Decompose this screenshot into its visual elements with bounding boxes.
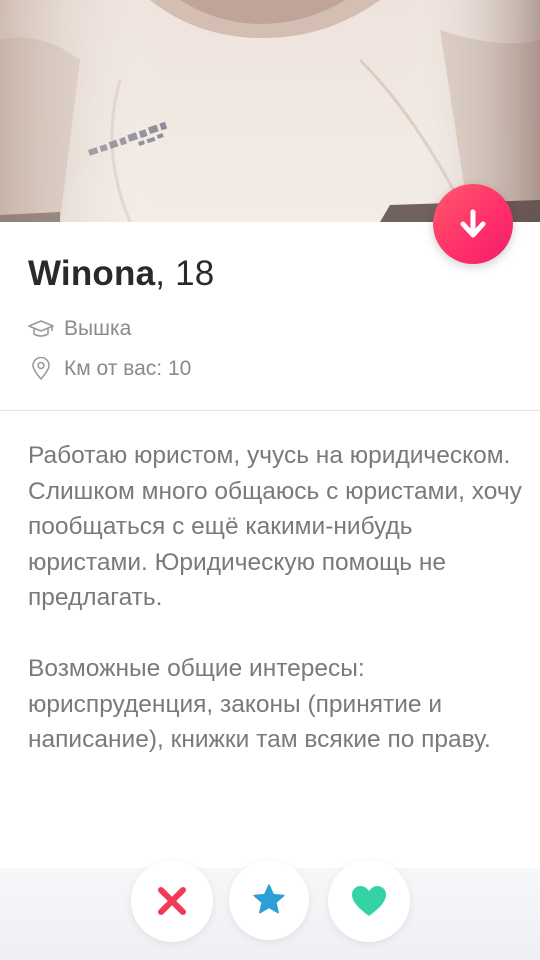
heart-icon bbox=[352, 886, 386, 916]
profile-bio: Работаю юристом, учусь на юридическом. С… bbox=[28, 438, 528, 758]
location-pin-icon bbox=[28, 356, 54, 382]
arrow-down-icon bbox=[460, 209, 486, 238]
distance-row: Км от вас: 10 bbox=[28, 354, 191, 384]
like-button[interactable] bbox=[328, 860, 410, 942]
section-divider bbox=[0, 410, 540, 411]
profile-age: , 18 bbox=[155, 254, 215, 293]
school-row: Вышка bbox=[28, 314, 131, 344]
super-like-button[interactable] bbox=[229, 860, 309, 940]
graduation-cap-icon bbox=[28, 316, 54, 342]
nope-button[interactable] bbox=[131, 860, 213, 942]
star-icon bbox=[253, 884, 285, 914]
school-label: Вышка bbox=[64, 317, 132, 340]
profile-name: Winona bbox=[28, 254, 156, 293]
collapse-profile-button[interactable] bbox=[433, 184, 513, 264]
bio-paragraph-2: Возможные общие интересы: юриспруденция,… bbox=[28, 655, 491, 753]
profile-name-age: Winona, 18 bbox=[28, 254, 214, 294]
close-icon bbox=[158, 887, 186, 915]
bio-paragraph-1: Работаю юристом, учусь на юридическом. С… bbox=[28, 442, 522, 611]
distance-label: Км от вас: 10 bbox=[64, 357, 192, 380]
profile-screen: Winona, 18 Вышка Км от вас: 10 Работаю ю… bbox=[0, 0, 540, 960]
